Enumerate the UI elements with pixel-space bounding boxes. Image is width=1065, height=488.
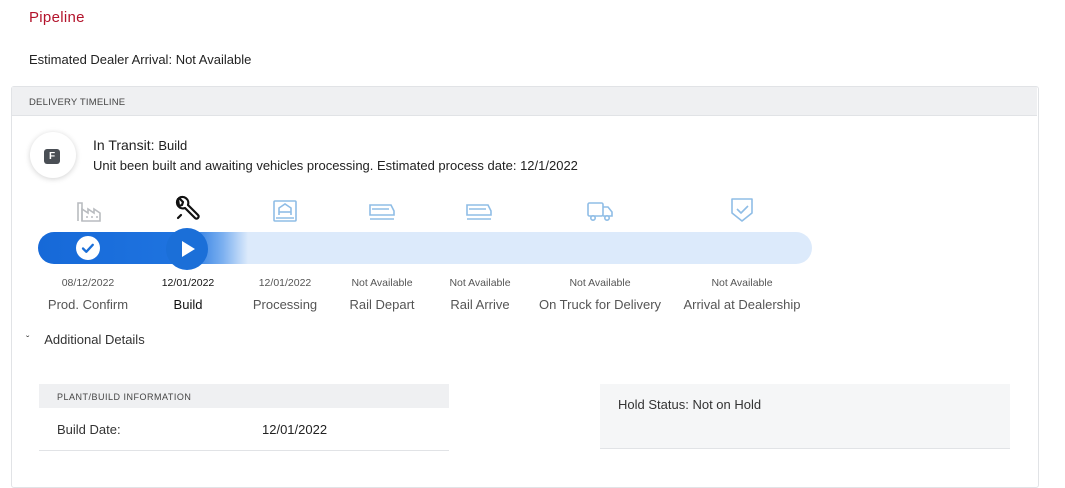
step-date-prod-confirm: 08/12/2022 [61, 277, 115, 289]
additional-details-label: Additional Details [44, 332, 145, 347]
chevron-down-icon: ˇ [26, 335, 30, 346]
step-date-rail-arrive: Not Available [449, 277, 511, 289]
step-label-prod-confirm: Prod. Confirm [47, 297, 129, 312]
step-label-rail-arrive: Rail Arrive [450, 297, 510, 312]
check-icon [81, 243, 94, 253]
shield-check-icon [727, 195, 757, 225]
hold-status-label: Hold Status: [618, 397, 689, 412]
status-badge-letter: F [44, 149, 60, 164]
delivery-timeline-header [12, 87, 1037, 116]
step-date-processing: 12/01/2022 [258, 277, 312, 289]
build-date-label: Build Date: [57, 422, 121, 437]
step-label-build: Build [173, 297, 203, 312]
step-label-arrival: Arrival at Dealership [683, 297, 801, 312]
play-icon [182, 241, 195, 257]
processing-icon [270, 195, 300, 225]
hold-status: Hold Status: Not on Hold [618, 397, 761, 412]
hold-status-card [600, 384, 1010, 449]
rail-depart-icon [367, 195, 397, 225]
step-date-build: 12/01/2022 [161, 277, 215, 289]
eta-label: Estimated Dealer Arrival: [29, 52, 173, 67]
rail-arrive-icon [464, 195, 494, 225]
status-stage: Build [158, 138, 188, 153]
step-label-on-truck: On Truck for Delivery [538, 297, 662, 312]
completed-step-marker [76, 236, 100, 260]
status-description: Unit been built and awaiting vehicles pr… [93, 158, 578, 173]
eta-value: Not Available [175, 52, 252, 67]
wrench-icon [172, 194, 202, 224]
current-step-marker [166, 228, 208, 270]
step-date-on-truck: Not Available [569, 277, 631, 289]
additional-details-toggle[interactable]: ˇ Additional Details [26, 332, 145, 347]
plant-build-title: PLANT/BUILD INFORMATION [57, 392, 192, 402]
truck-icon [585, 195, 615, 225]
step-date-arrival: Not Available [711, 277, 773, 289]
status-title-label: In Transit: [93, 137, 155, 153]
status-badge: F [30, 132, 76, 178]
estimated-arrival: Estimated Dealer Arrival: Not Available [29, 52, 251, 67]
delivery-timeline-title: DELIVERY TIMELINE [29, 97, 126, 108]
hold-status-value: Not on Hold [692, 397, 762, 412]
progress-track [38, 232, 812, 264]
build-date-value: 12/01/2022 [262, 422, 328, 437]
step-label-processing: Processing [252, 297, 318, 312]
factory-icon [74, 195, 104, 225]
page-title: Pipeline [29, 9, 85, 26]
step-date-rail-depart: Not Available [351, 277, 413, 289]
step-label-rail-depart: Rail Depart [349, 297, 415, 312]
status-title: In Transit: Build [93, 137, 187, 153]
